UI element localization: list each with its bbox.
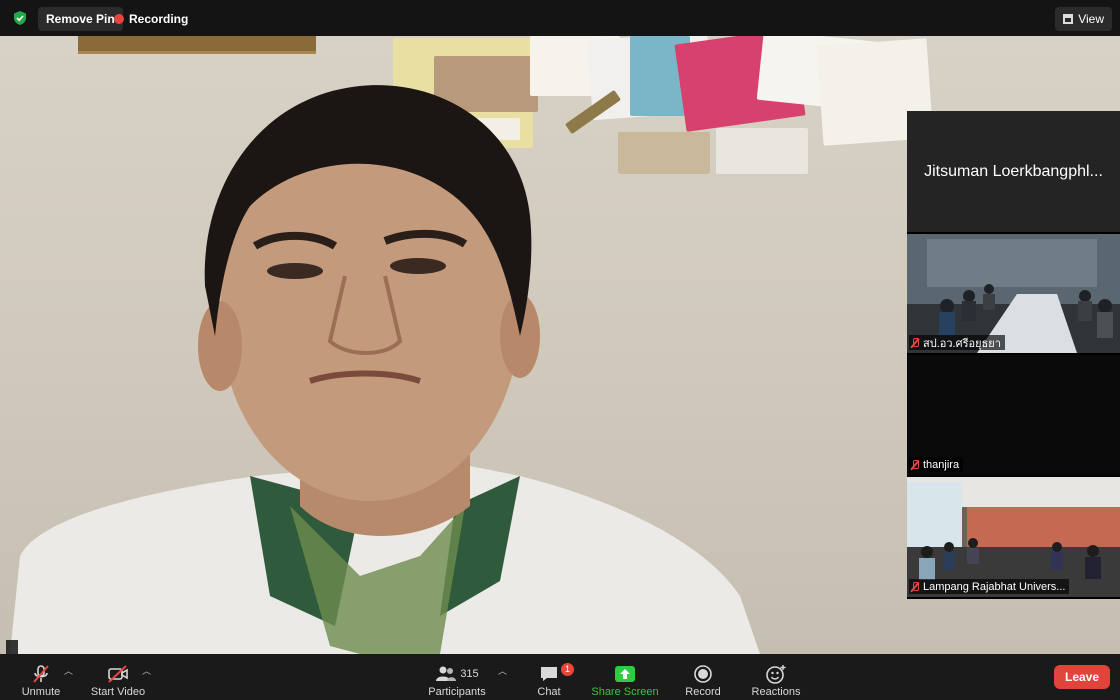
gallery-panel: Jitsuman Loerkbangphl... สป.อว.ศรีอยุธยา… — [907, 111, 1120, 599]
video-off-icon — [108, 665, 128, 683]
reactions-button[interactable]: Reactions — [748, 658, 804, 698]
leave-button[interactable]: Leave — [1054, 665, 1110, 689]
audio-options-caret-icon[interactable]: ︿ — [64, 664, 73, 677]
remove-pin-button[interactable]: Remove Pin — [38, 7, 123, 31]
reactions-icon — [766, 665, 786, 684]
recording-label: Recording — [129, 12, 189, 26]
shield-check-icon[interactable] — [12, 10, 28, 26]
participant-tile[interactable]: Lampang Rajabhat Univers... — [907, 477, 1120, 597]
start-video-label: Start Video — [90, 686, 146, 698]
recording-indicator[interactable]: Recording — [114, 7, 188, 31]
top-bar: Remove Pin Recording View — [0, 0, 1120, 36]
unmute-label: Unmute — [21, 686, 61, 698]
mic-off-icon — [911, 459, 919, 470]
share-screen-button[interactable]: Share Screen — [590, 658, 660, 698]
start-video-button[interactable]: Start Video — [88, 658, 148, 698]
participant-label: สป.อว.ศรีอยุธยา — [909, 335, 1005, 350]
share-screen-icon — [615, 666, 635, 682]
chat-button[interactable]: 1 Chat — [532, 658, 574, 698]
participant-name: thanjira — [923, 458, 960, 471]
recording-dot-icon — [114, 14, 124, 24]
mic-off-icon — [911, 581, 919, 592]
chat-unread-badge: 1 — [561, 663, 574, 676]
chat-bubble-icon — [541, 667, 557, 681]
grid-view-icon — [1063, 14, 1074, 24]
main-speaker-name-tag — [6, 640, 18, 654]
unmute-button[interactable]: Unmute — [18, 658, 64, 698]
participant-name: Lampang Rajabhat Univers... — [923, 580, 1066, 593]
share-screen-label: Share Screen — [591, 686, 659, 698]
reactions-label: Reactions — [751, 686, 801, 698]
participants-options-caret-icon[interactable]: ︿ — [498, 664, 507, 677]
participants-button[interactable]: 315 Participants — [424, 658, 490, 698]
mic-off-icon — [911, 337, 919, 348]
view-label: View — [1078, 12, 1104, 26]
participants-count: 315 — [460, 668, 479, 680]
record-icon — [694, 665, 712, 683]
participants-label: Participants — [428, 686, 486, 698]
participant-name: สป.อว.ศรีอยุธยา — [923, 337, 1001, 350]
participant-tile[interactable]: thanjira — [907, 355, 1120, 475]
video-options-caret-icon[interactable]: ︿ — [142, 664, 151, 677]
participant-tile[interactable]: สป.อว.ศรีอยุธยา — [907, 234, 1120, 353]
record-label: Record — [685, 686, 721, 698]
participant-tile[interactable]: Jitsuman Loerkbangphl... — [907, 111, 1120, 232]
microphone-muted-icon — [33, 665, 49, 683]
view-button[interactable]: View — [1055, 7, 1112, 31]
participant-label: Lampang Rajabhat Univers... — [909, 579, 1070, 594]
meeting-toolbar: Unmute ︿ Start Video ︿ 315 Participants … — [0, 654, 1120, 700]
chat-label: Chat — [537, 686, 561, 698]
record-button[interactable]: Record — [682, 658, 724, 698]
participant-label: thanjira — [909, 457, 964, 472]
participant-name: Jitsuman Loerkbangphl... — [924, 163, 1103, 180]
participants-icon — [436, 666, 457, 681]
